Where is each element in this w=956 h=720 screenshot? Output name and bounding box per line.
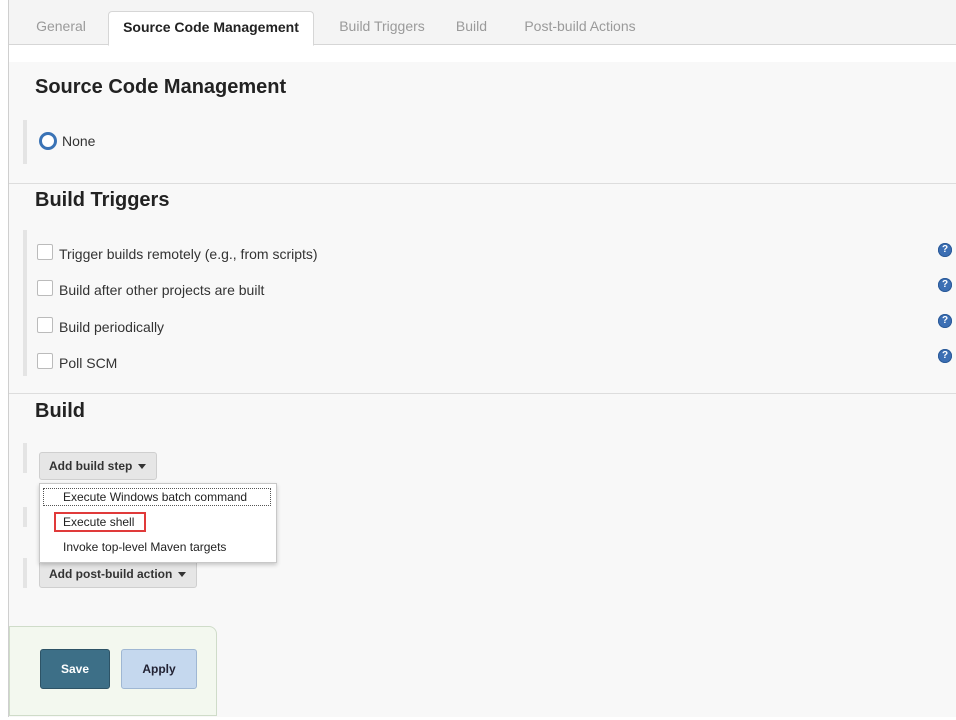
divider [9, 393, 956, 394]
build-section-title: Build [35, 400, 85, 422]
apply-button[interactable]: Apply [121, 649, 197, 689]
add-post-build-action-button[interactable]: Add post-build action [39, 560, 197, 588]
trigger-periodically-label: Build periodically [59, 319, 165, 335]
config-content: Source Code Management None Build Trigge… [9, 62, 956, 717]
menu-item-execute-shell[interactable]: Execute shell [63, 515, 134, 529]
trigger-after-other-checkbox[interactable] [37, 280, 53, 296]
add-build-step-label: Add build step [49, 459, 133, 473]
trigger-remote-label: Trigger builds remotely (e.g., from scri… [59, 246, 318, 262]
job-config-frame: General Source Code Management Build Tri… [8, 0, 956, 717]
caret-down-icon [178, 572, 187, 578]
tab-build[interactable]: Build [449, 11, 494, 45]
scm-section-bar [23, 120, 27, 164]
menu-item-maven-targets[interactable]: Invoke top-level Maven targets [63, 540, 226, 554]
trigger-after-other-label: Build after other projects are built [59, 282, 265, 298]
menu-item-windows-batch[interactable]: Execute Windows batch command [63, 490, 247, 504]
scm-section-title: Source Code Management [35, 76, 287, 98]
help-icon[interactable]: ? [938, 278, 952, 292]
add-post-build-action-label: Add post-build action [49, 567, 173, 581]
config-tab-bar: General Source Code Management Build Tri… [9, 0, 956, 46]
help-icon[interactable]: ? [938, 243, 952, 257]
tab-source-code-management[interactable]: Source Code Management [108, 11, 314, 46]
save-apply-panel: Save Apply [9, 626, 217, 716]
triggers-section-bar [23, 230, 27, 376]
caret-down-icon [138, 464, 147, 470]
build-step-menu: Execute Windows batch command Execute sh… [39, 483, 277, 563]
add-build-step-button[interactable]: Add build step [39, 452, 157, 480]
trigger-poll-scm-checkbox[interactable] [37, 353, 53, 369]
build-section-bar [23, 443, 27, 473]
divider [9, 183, 956, 184]
tab-general[interactable]: General [25, 11, 97, 45]
tab-post-build-actions[interactable]: Post-build Actions [509, 11, 651, 45]
trigger-remote-checkbox[interactable] [37, 244, 53, 260]
help-icon[interactable]: ? [938, 349, 952, 363]
post-build-section-bar [23, 558, 27, 588]
save-button[interactable]: Save [40, 649, 110, 689]
trigger-poll-scm-label: Poll SCM [59, 355, 118, 371]
trigger-periodically-checkbox[interactable] [37, 317, 53, 333]
radio-selected-icon[interactable] [39, 132, 57, 150]
scm-none-label: None [62, 133, 96, 149]
help-icon[interactable]: ? [938, 314, 952, 328]
build-triggers-section-title: Build Triggers [35, 189, 170, 211]
post-build-section-bar [23, 507, 27, 527]
tab-build-triggers[interactable]: Build Triggers [327, 11, 437, 45]
